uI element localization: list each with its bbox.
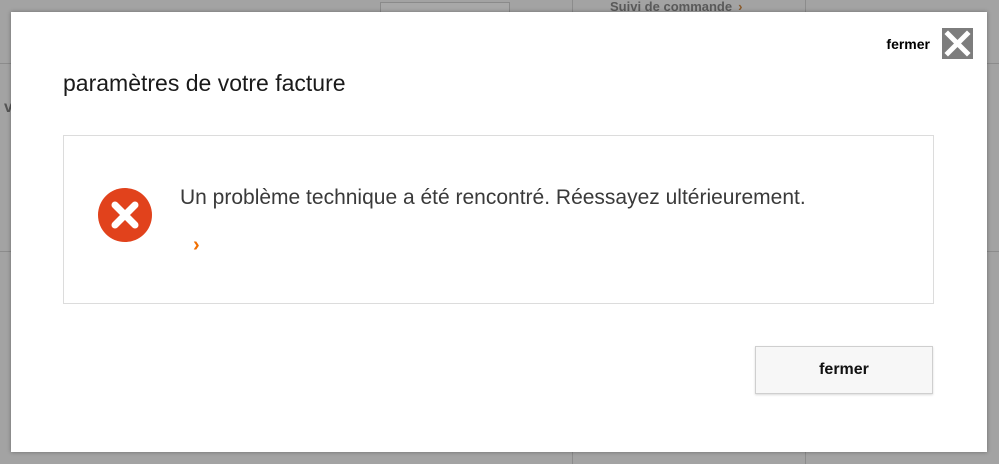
chevron-right-icon[interactable]: ›	[193, 235, 200, 255]
error-circle-icon	[98, 188, 152, 242]
page: Suivi de commande › v fermer paramètres d…	[0, 0, 999, 464]
error-message-text: Un problème technique a été rencontré. R…	[180, 186, 806, 209]
modal-title: paramètres de votre facture	[63, 70, 346, 96]
close-top-control[interactable]: fermer	[886, 28, 973, 59]
close-top-label[interactable]: fermer	[886, 36, 930, 52]
close-x-icon[interactable]	[942, 28, 973, 59]
close-button[interactable]: fermer	[755, 346, 933, 394]
invoice-settings-modal: fermer paramètres de votre facture Un pr…	[11, 12, 987, 452]
error-message-box: Un problème technique a été rencontré. R…	[63, 135, 934, 304]
